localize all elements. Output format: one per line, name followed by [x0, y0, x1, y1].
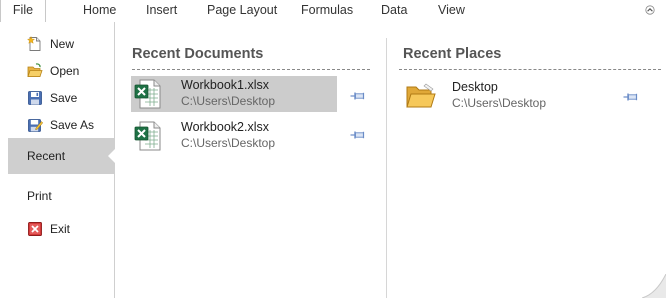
- document-name: Workbook1.xlsx: [181, 78, 269, 92]
- backstage-sidebar: New Open Save Save As Recent Print Exit: [0, 22, 115, 298]
- backstage-content: Recent Documents Workbook1.xlsx C:\Users…: [115, 22, 666, 298]
- exit-icon: [28, 222, 42, 236]
- document-path: C:\Users\Desktop: [181, 136, 276, 150]
- menu-new[interactable]: New: [0, 32, 114, 56]
- tab-home[interactable]: Home: [83, 0, 116, 21]
- excel-file-icon: [134, 79, 161, 109]
- menu-save-as-label: Save As: [50, 118, 95, 132]
- menu-save-label: Save: [50, 91, 78, 105]
- section-divider: [386, 38, 387, 298]
- recent-place-item[interactable]: Desktop C:\Users\Desktop: [402, 78, 612, 114]
- tab-view[interactable]: View: [438, 0, 465, 21]
- document-path: C:\Users\Desktop: [181, 94, 276, 108]
- selection-notch: [108, 149, 115, 163]
- pin-icon[interactable]: [350, 129, 366, 141]
- menu-save-as[interactable]: Save As: [0, 113, 114, 137]
- pin-icon[interactable]: [623, 91, 639, 103]
- pin-icon[interactable]: [350, 90, 366, 102]
- excel-file-icon: [134, 121, 161, 151]
- tab-page-layout[interactable]: Page Layout: [207, 0, 277, 21]
- place-path: C:\Users\Desktop: [452, 96, 547, 110]
- recent-documents-title: Recent Documents: [132, 46, 264, 62]
- tab-data[interactable]: Data: [381, 0, 407, 21]
- recent-places-title: Recent Places: [403, 46, 502, 62]
- document-name: Workbook2.xlsx: [181, 120, 269, 134]
- menu-save[interactable]: Save: [0, 86, 114, 110]
- menu-recent[interactable]: Recent: [8, 138, 115, 174]
- recent-document-item[interactable]: Workbook2.xlsx C:\Users\Desktop: [131, 118, 337, 154]
- recent-document-item[interactable]: Workbook1.xlsx C:\Users\Desktop: [131, 76, 337, 112]
- chevron-up-icon[interactable]: [644, 5, 656, 15]
- folder-icon: [406, 83, 436, 108]
- new-document-icon: [27, 36, 41, 51]
- open-folder-icon: [27, 63, 43, 77]
- recent-documents-divider: [132, 69, 370, 70]
- menu-open[interactable]: Open: [0, 59, 114, 83]
- page-curl-decoration: [642, 274, 666, 298]
- menu-exit[interactable]: Exit: [0, 217, 114, 241]
- tab-file[interactable]: File: [0, 0, 46, 23]
- menu-print[interactable]: Print: [0, 184, 114, 208]
- recent-places-divider: [399, 69, 661, 70]
- place-name: Desktop: [452, 80, 498, 94]
- menu-recent-label: Recent: [27, 149, 66, 163]
- menu-exit-label: Exit: [50, 222, 71, 236]
- menu-new-label: New: [50, 37, 75, 51]
- floppy-disk-icon: [28, 91, 42, 105]
- save-as-icon: [28, 119, 43, 132]
- menu-open-label: Open: [50, 64, 80, 78]
- tab-formulas[interactable]: Formulas: [301, 0, 353, 21]
- ribbon-tab-bar: File Home Insert Page Layout Formulas Da…: [0, 0, 666, 23]
- tab-insert[interactable]: Insert: [146, 0, 177, 21]
- menu-print-label: Print: [27, 189, 52, 203]
